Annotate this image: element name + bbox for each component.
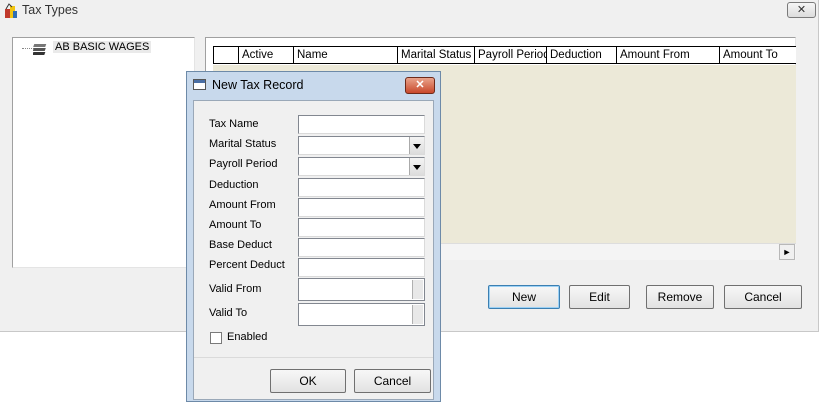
tree-item-ab-basic-wages[interactable]: AB BASIC WAGES	[53, 41, 152, 53]
tax-name-field[interactable]	[298, 115, 425, 134]
column-header-amount-to[interactable]: Amount To	[720, 47, 796, 64]
dialog-close-button[interactable]: ✕	[405, 77, 435, 94]
marital-status-dropdown-button[interactable]	[409, 137, 424, 154]
cancel-button[interactable]: Cancel	[724, 285, 802, 309]
remove-button[interactable]: Remove	[646, 285, 714, 309]
amount-from-field[interactable]	[298, 198, 425, 217]
valid-from-label: Valid From	[209, 283, 262, 295]
deduction-label: Deduction	[209, 179, 259, 191]
payroll-period-dropdown-button[interactable]	[409, 158, 424, 175]
new-tax-record-dialog: New Tax Record ✕ Tax Name Marital Status…	[186, 71, 441, 402]
column-header-marital-status[interactable]: Marital Status	[398, 47, 475, 64]
dialog-cancel-button[interactable]: Cancel	[354, 369, 431, 393]
app-icon	[3, 3, 19, 19]
scroll-right-arrow-icon[interactable]: ►	[779, 244, 795, 260]
payroll-period-select[interactable]	[298, 157, 425, 176]
tax-name-label: Tax Name	[209, 118, 259, 130]
column-header-amount-from[interactable]: Amount From	[617, 47, 720, 64]
amount-from-label: Amount From	[209, 199, 276, 211]
dialog-title: New Tax Record	[212, 78, 304, 92]
column-header-deduction[interactable]: Deduction	[547, 47, 617, 64]
marital-status-select[interactable]	[298, 136, 425, 155]
base-deduct-field[interactable]	[298, 238, 425, 257]
percent-deduct-field[interactable]	[298, 258, 425, 277]
column-header-active[interactable]: Active	[239, 47, 294, 64]
dialog-body: Tax Name Marital Status Payroll Period D…	[193, 100, 434, 400]
valid-from-date-field[interactable]	[298, 278, 425, 301]
enabled-checkbox[interactable]	[210, 332, 222, 344]
marital-status-label: Marital Status	[209, 138, 277, 150]
column-header-name[interactable]: Name	[294, 47, 398, 64]
dialog-separator	[194, 357, 433, 358]
dialog-titlebar: New Tax Record ✕	[187, 72, 440, 98]
deduction-field[interactable]	[298, 178, 425, 197]
valid-to-label: Valid To	[209, 307, 248, 319]
dialog-window-icon-bar	[194, 80, 205, 83]
dialog-window-icon	[193, 79, 206, 90]
amount-to-field[interactable]	[298, 218, 425, 237]
edit-button[interactable]: Edit	[569, 285, 630, 309]
new-button[interactable]: New	[488, 285, 560, 309]
grid-header: Active Name Marital Status Payroll Perio…	[213, 46, 796, 64]
tree-node-icon	[32, 42, 49, 56]
valid-to-spinner[interactable]	[412, 305, 423, 324]
payroll-period-label: Payroll Period	[209, 158, 278, 170]
window-title: Tax Types	[22, 3, 79, 17]
close-window-button[interactable]: ✕	[787, 2, 816, 18]
chevron-down-icon	[413, 144, 421, 149]
percent-deduct-label: Percent Deduct	[209, 259, 285, 271]
ok-button[interactable]: OK	[270, 369, 346, 393]
tax-type-tree[interactable]: AB BASIC WAGES	[12, 37, 195, 268]
enabled-label: Enabled	[227, 331, 268, 343]
amount-to-label: Amount To	[209, 219, 262, 231]
valid-to-date-field[interactable]	[298, 303, 425, 326]
grid-header-selector	[213, 47, 239, 64]
chevron-down-icon	[413, 165, 421, 170]
column-header-payroll-period[interactable]: Payroll Period	[475, 47, 547, 64]
window-titlebar: Tax Types ✕	[0, 0, 819, 22]
base-deduct-label: Base Deduct	[209, 239, 272, 251]
valid-from-spinner[interactable]	[412, 280, 423, 299]
